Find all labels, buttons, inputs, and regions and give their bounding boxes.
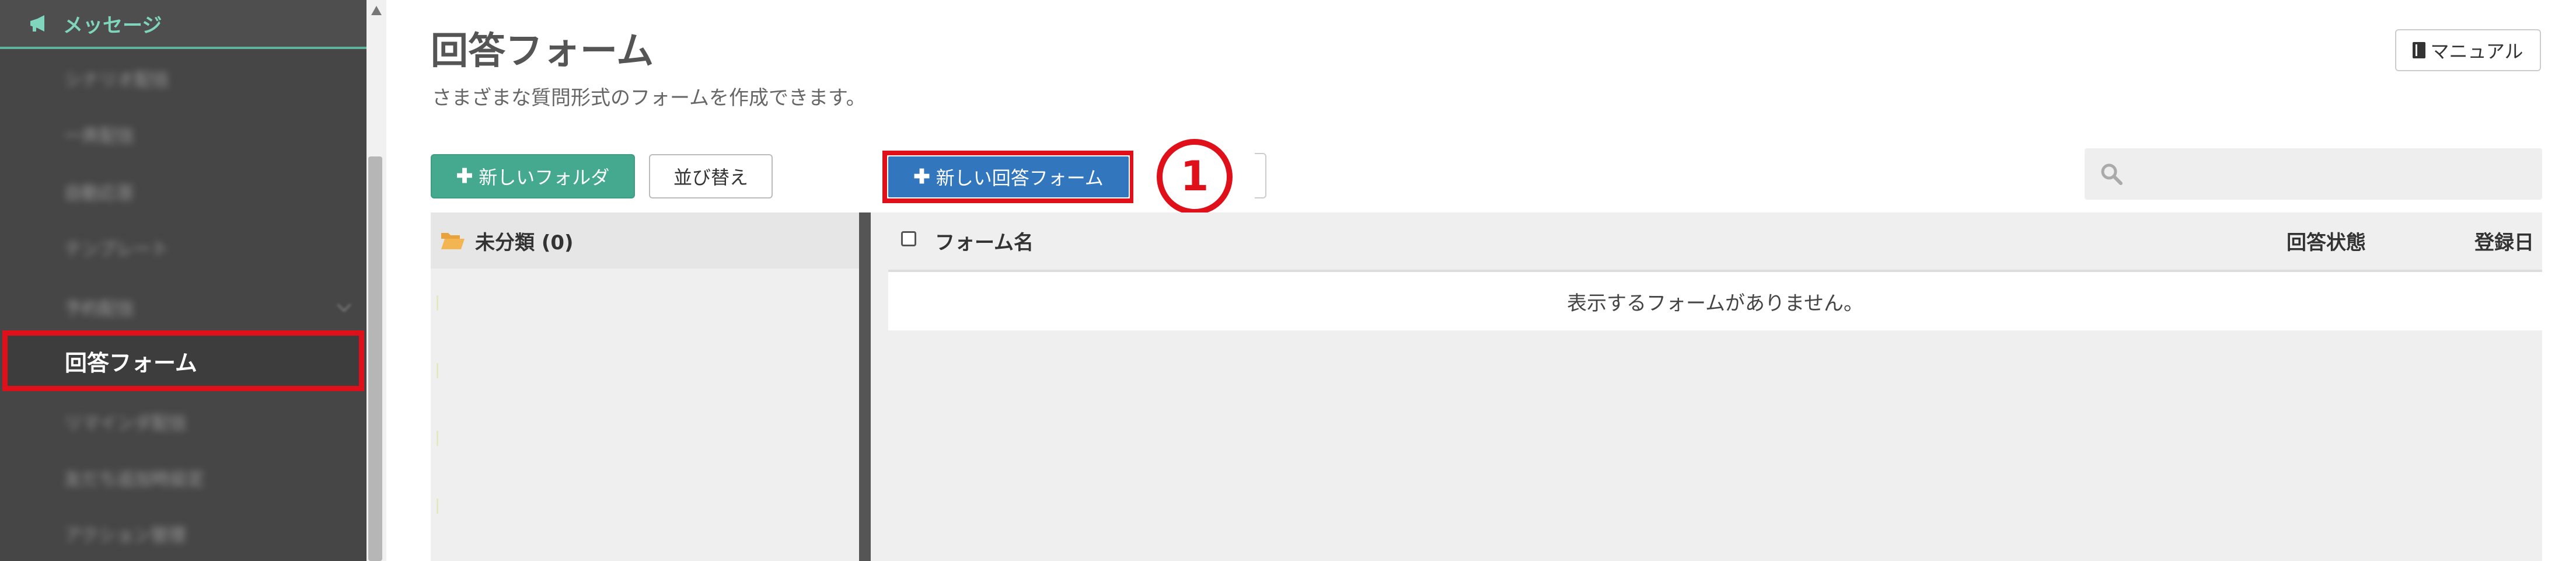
folder-divider: [437, 431, 438, 446]
search-icon: [2101, 163, 2123, 185]
page-title: 回答フォーム: [431, 30, 654, 73]
sidebar-item-scenario[interactable]: シナリオ配信: [0, 54, 366, 103]
app-root: メッセージ シナリオ配信 一斉配信 自動応答 テンプレート 予約配信 回答フォー…: [0, 0, 2576, 561]
folder-label: 未分類 (0): [475, 231, 574, 255]
manual-button[interactable]: マニュアル: [2395, 29, 2541, 71]
sidebar-item-label: シナリオ配信: [64, 70, 169, 90]
sidebar-item-scheduled[interactable]: 予約配信: [0, 283, 366, 332]
select-all-checkbox[interactable]: [901, 231, 916, 246]
folder-divider: [437, 295, 438, 311]
sidebar-item-broadcast[interactable]: 一斉配信: [0, 110, 366, 159]
folder-open-icon: [440, 231, 465, 250]
sidebar-scrollbar[interactable]: [366, 0, 386, 561]
chevron-down-icon: [337, 298, 351, 312]
search-input[interactable]: [2085, 148, 2542, 200]
sidebar-item-label: リマインダ配信: [64, 413, 187, 434]
sidebar-item-answer-form[interactable]: 回答フォーム: [2, 330, 364, 391]
sidebar-section-messages[interactable]: メッセージ: [0, 0, 366, 49]
svg-text:1: 1: [1181, 152, 1209, 200]
new-folder-label: 新しいフォルダ: [479, 167, 610, 188]
column-header-form-name[interactable]: フォーム名: [935, 227, 1034, 255]
sidebar-item-friend-add[interactable]: 友だち追加時設定: [0, 453, 366, 502]
sidebar-item-auto-reply[interactable]: 自動応答: [0, 167, 366, 216]
sidebar-item-reminder[interactable]: リマインダ配信: [0, 397, 366, 446]
folder-panel: 未分類 (0): [431, 212, 861, 561]
sort-button[interactable]: 並び替え: [649, 154, 773, 198]
column-header-registered-date[interactable]: 登録日: [2474, 227, 2534, 255]
panel-splitter[interactable]: [859, 212, 871, 561]
plus-icon: ✚: [913, 166, 930, 188]
scroll-up-icon[interactable]: [371, 6, 382, 15]
sidebar-item-template[interactable]: テンプレート: [0, 223, 366, 272]
folder-divider: [437, 499, 438, 514]
step-callout-1: 1: [1157, 139, 1233, 215]
manual-button-label: マニュアル: [2430, 41, 2523, 62]
book-icon: [2413, 42, 2426, 58]
sidebar: メッセージ シナリオ配信 一斉配信 自動応答 テンプレート 予約配信 回答フォー…: [0, 0, 366, 561]
sidebar-item-label: 一斉配信: [64, 126, 134, 147]
sidebar-item-label: 予約配信: [64, 299, 134, 319]
megaphone-icon: [26, 11, 51, 36]
table-header: フォーム名 回答状態 登録日: [888, 212, 2542, 272]
new-folder-button[interactable]: ✚ 新しいフォルダ: [431, 154, 635, 198]
new-answer-form-button[interactable]: ✚ 新しい回答フォーム: [888, 156, 1129, 197]
form-table: フォーム名 回答状態 登録日 表示するフォームがありません。: [871, 212, 2542, 561]
new-answer-form-label: 新しい回答フォーム: [936, 168, 1104, 189]
sort-label: 並び替え: [673, 167, 748, 188]
folder-divider: [437, 363, 438, 378]
plus-icon: ✚: [456, 165, 473, 187]
sidebar-item-label: アクション管理: [64, 525, 186, 546]
folder-item-unclassified[interactable]: 未分類 (0): [431, 212, 861, 269]
empty-message: 表示するフォームがありません。: [888, 272, 2542, 330]
sidebar-item-label: テンプレート: [64, 239, 169, 260]
sidebar-item-label: 友だち追加時設定: [64, 469, 204, 490]
page-subtitle: さまざまな質問形式のフォームを作成できます。: [432, 86, 866, 110]
scrollbar-thumb[interactable]: [368, 156, 382, 561]
sidebar-section-label: メッセージ: [63, 13, 162, 37]
sidebar-item-label: 自動応答: [64, 183, 134, 204]
sidebar-item-label: 回答フォーム: [65, 350, 197, 376]
sidebar-item-action[interactable]: アクション管理: [0, 509, 366, 558]
column-header-status[interactable]: 回答状態: [2287, 227, 2366, 255]
